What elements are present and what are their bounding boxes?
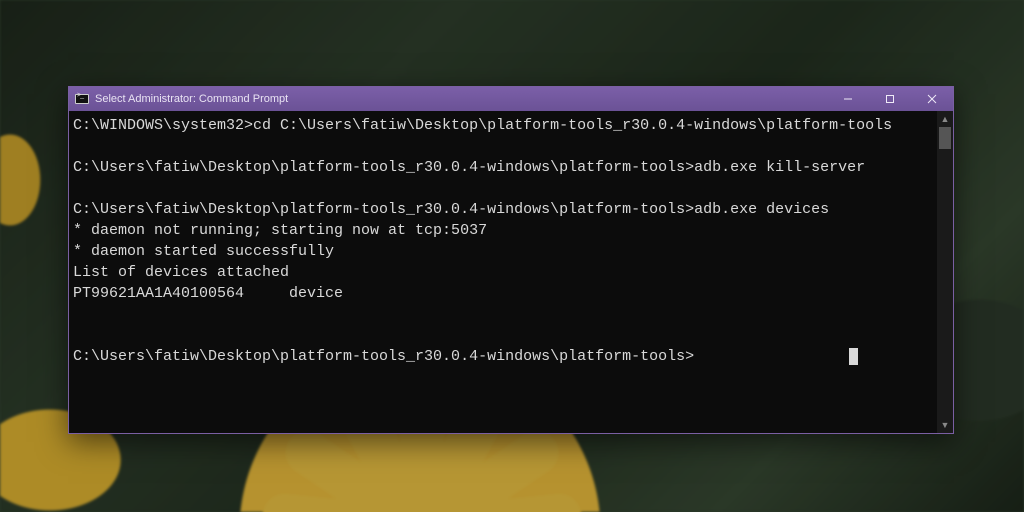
terminal-body[interactable]: C:\WINDOWS\system32>cd C:\Users\fatiw\De… bbox=[69, 111, 953, 433]
terminal-cursor bbox=[849, 348, 858, 365]
scroll-thumb[interactable] bbox=[939, 127, 951, 149]
window-title: Select Administrator: Command Prompt bbox=[95, 93, 288, 105]
scrollbar[interactable]: ▲ ▼ bbox=[937, 111, 953, 433]
minimize-button[interactable] bbox=[827, 87, 869, 111]
close-button[interactable] bbox=[911, 87, 953, 111]
command-prompt-window: Select Administrator: Command Prompt C:\… bbox=[68, 86, 954, 434]
scroll-track[interactable] bbox=[937, 127, 953, 417]
cmd-icon bbox=[75, 94, 89, 104]
terminal-output: C:\WINDOWS\system32>cd C:\Users\fatiw\De… bbox=[73, 115, 945, 367]
titlebar[interactable]: Select Administrator: Command Prompt bbox=[69, 87, 953, 111]
scroll-down-icon[interactable]: ▼ bbox=[937, 417, 953, 433]
scroll-up-icon[interactable]: ▲ bbox=[937, 111, 953, 127]
maximize-button[interactable] bbox=[869, 87, 911, 111]
